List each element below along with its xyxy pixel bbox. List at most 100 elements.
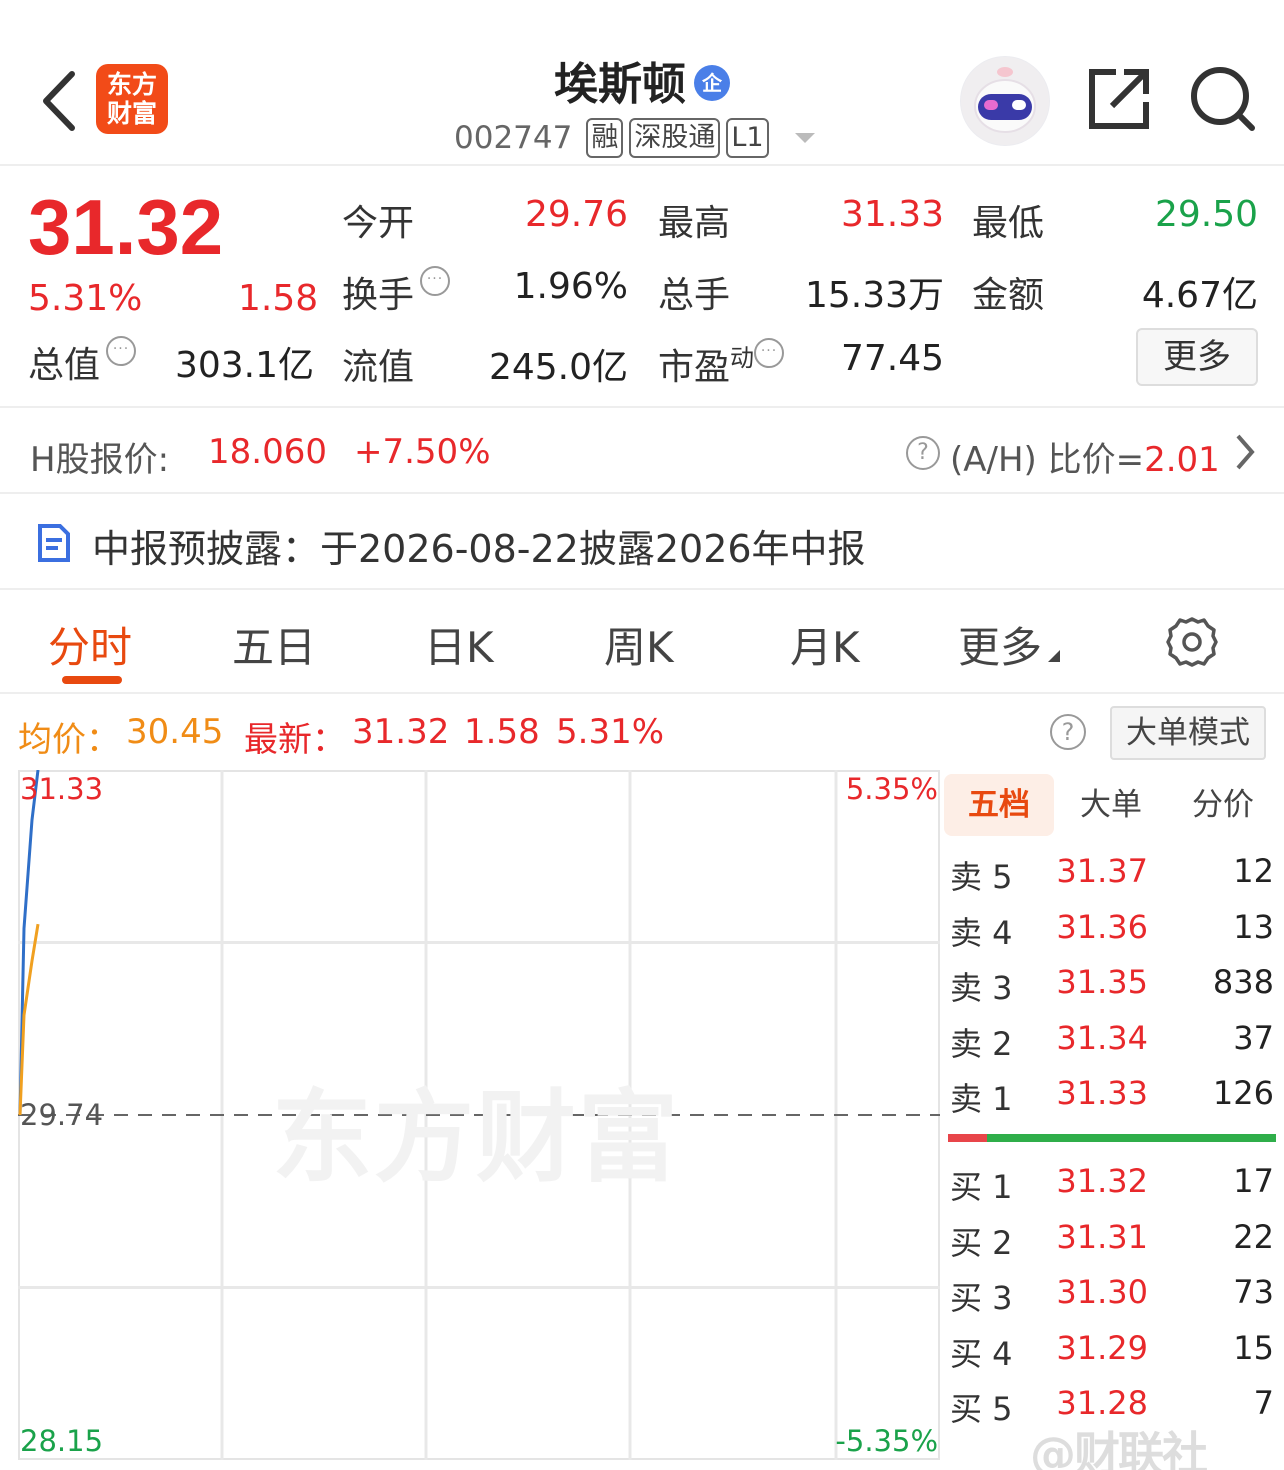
current-price: 31.32	[28, 183, 224, 271]
bid-row[interactable]: 买 3 31.30 73	[944, 1265, 1274, 1321]
tab-weekly-k[interactable]: 周K	[604, 614, 674, 675]
report-notice-row[interactable]: 中报预披露：于2026-08-22披露2026年中报	[0, 496, 1284, 590]
shenzhen-connect-tag: 深股通	[629, 118, 721, 158]
ask-price: 31.37	[1056, 852, 1148, 890]
ask-ratio-fill	[948, 1134, 988, 1142]
active-tab-indicator	[62, 676, 122, 684]
order-book-tabs: 五档 大单 分价	[944, 774, 1276, 836]
ah-ratio-value: 2.01	[1144, 440, 1220, 480]
pct-axis-top-label: 5.35%	[845, 772, 938, 806]
change-amount: 1.58	[238, 278, 319, 319]
stock-name: 埃斯顿	[554, 59, 686, 110]
ah-ratio-label: (A/H) 比价=	[950, 440, 1145, 480]
ask-label: 卖 4	[950, 914, 1013, 952]
turnover-value: 1.96%	[513, 266, 628, 307]
change-percent: 5.31%	[28, 278, 143, 319]
float-cap-value: 245.0亿	[488, 347, 628, 388]
bid-row[interactable]: 买 1 31.32 17	[944, 1154, 1274, 1210]
amount-label: 金额	[972, 275, 1045, 316]
latest-change: 1.58	[464, 712, 540, 752]
tab-five-levels[interactable]: 五档	[944, 774, 1054, 836]
market-cap-value: 303.1亿	[174, 345, 314, 386]
ask-row[interactable]: 卖 1 31.33 126	[944, 1066, 1274, 1122]
intraday-info-row: 均价： 30.45 最新： 31.32 1.58 5.31% ? 大单模式	[0, 700, 1284, 766]
tab-price-distribution[interactable]: 分价	[1168, 774, 1278, 836]
low-label: 最低	[972, 203, 1045, 244]
enterprise-badge-icon: 企	[694, 65, 730, 101]
bid-volume: 17	[1233, 1162, 1274, 1200]
chart-watermark: 东方财富	[272, 1079, 680, 1196]
open-value: 29.76	[524, 194, 628, 235]
tab-intraday[interactable]: 分时	[48, 614, 132, 675]
bid-volume: 7	[1253, 1384, 1274, 1422]
open-label: 今开	[342, 203, 415, 244]
ai-assistant-avatar[interactable]	[960, 56, 1050, 146]
ask-label: 卖 2	[950, 1025, 1013, 1063]
ask-row[interactable]: 卖 4 31.36 13	[944, 900, 1274, 956]
ask-label: 卖 1	[950, 1080, 1013, 1118]
bid-price: 31.31	[1056, 1218, 1148, 1256]
bid-row[interactable]: 买 4 31.29 15	[944, 1321, 1274, 1377]
latest-change-pct: 5.31%	[556, 712, 665, 752]
corner-triangle-icon	[1048, 650, 1061, 662]
pe-value: 77.45	[840, 338, 944, 379]
stock-code: 002747	[454, 120, 573, 156]
quote-panel: 31.32 5.31% 1.58 总值 ··· 303.1亿 今开 29.76 换…	[0, 168, 1284, 408]
top-navigation-bar: 东方 财富 埃斯顿企 002747 融 深股通 L1	[0, 0, 1284, 166]
tab-monthly-k[interactable]: 月K	[790, 614, 860, 675]
market-cap-label[interactable]: 总值 ···	[28, 336, 137, 388]
big-order-mode-button[interactable]: 大单模式	[1110, 706, 1266, 760]
settings-gear-icon[interactable]	[1166, 616, 1218, 668]
ask-volume: 37	[1233, 1019, 1274, 1057]
avg-price-value: 30.45	[126, 712, 224, 752]
report-notice-text: 中报预披露：于2026-08-22披露2026年中报	[92, 527, 866, 571]
tab-big-orders[interactable]: 大单	[1056, 774, 1166, 836]
high-value: 31.33	[840, 194, 944, 235]
tab-daily-k[interactable]: 日K	[424, 614, 494, 675]
ask-price: 31.35	[1056, 963, 1148, 1001]
tab-more[interactable]: 更多	[958, 614, 1061, 675]
more-dots-icon[interactable]: ···	[420, 266, 451, 296]
pct-axis-bottom-label: -5.35%	[835, 1424, 938, 1458]
share-icon[interactable]	[1088, 66, 1150, 130]
source-watermark: @财联社	[1030, 1427, 1208, 1470]
turnover-label[interactable]: 换手 ···	[342, 266, 451, 318]
ask-price: 31.34	[1056, 1019, 1148, 1057]
h-share-price: 18.060	[208, 432, 327, 472]
bid-ask-ratio-bar	[948, 1134, 1276, 1142]
bid-price: 31.30	[1056, 1273, 1148, 1311]
bid-row[interactable]: 买 2 31.31 22	[944, 1210, 1274, 1266]
latest-price: 31.32	[352, 712, 450, 752]
ah-ratio: (A/H) 比价=2.01	[950, 432, 1220, 481]
ask-row[interactable]: 卖 5 31.37 12	[944, 844, 1274, 900]
stock-code-row[interactable]: 002747 融 深股通 L1	[454, 116, 815, 160]
ask-label: 卖 5	[950, 858, 1013, 896]
bid-label: 买 1	[950, 1168, 1013, 1206]
order-book-panel: 五档 大单 分价 卖 5 31.37 12 卖 4 31.36 13 卖 3 31.35 8…	[944, 774, 1284, 1464]
search-icon[interactable]	[1190, 66, 1256, 132]
tab-five-day[interactable]: 五日	[232, 614, 316, 675]
y-axis-mid-label: 29.74	[20, 1098, 104, 1132]
chevron-right-icon[interactable]	[1234, 432, 1256, 472]
help-icon[interactable]: ?	[906, 436, 940, 470]
help-icon[interactable]: ?	[1050, 714, 1086, 750]
h-share-row[interactable]: H股报价: 18.060 +7.50% ? (A/H) 比价=2.01	[0, 410, 1284, 494]
h-share-change: +7.50%	[354, 432, 491, 472]
bid-volume: 73	[1233, 1273, 1274, 1311]
ask-row[interactable]: 卖 2 31.34 37	[944, 1011, 1274, 1067]
y-axis-bottom-label: 28.15	[20, 1424, 104, 1458]
pe-label[interactable]: 市盈动 ···	[658, 338, 785, 390]
more-dots-icon[interactable]: ···	[106, 336, 137, 366]
dropdown-triangle-icon[interactable]	[794, 133, 815, 143]
intraday-chart[interactable]: 31.33 29.74 28.15 5.35% -5.35% 东方财富	[18, 770, 940, 1460]
more-button[interactable]: 更多	[1136, 328, 1258, 386]
bid-label: 买 4	[950, 1335, 1013, 1373]
volume-label: 总手	[658, 275, 731, 316]
volume-value: 15.33万	[804, 275, 944, 316]
level-tag: L1	[726, 118, 769, 158]
avg-price-label: 均价：	[18, 720, 120, 760]
bid-price: 31.32	[1056, 1162, 1148, 1200]
low-value: 29.50	[1154, 194, 1258, 235]
ask-row[interactable]: 卖 3 31.35 838	[944, 955, 1274, 1011]
bid-price: 31.29	[1056, 1329, 1148, 1367]
